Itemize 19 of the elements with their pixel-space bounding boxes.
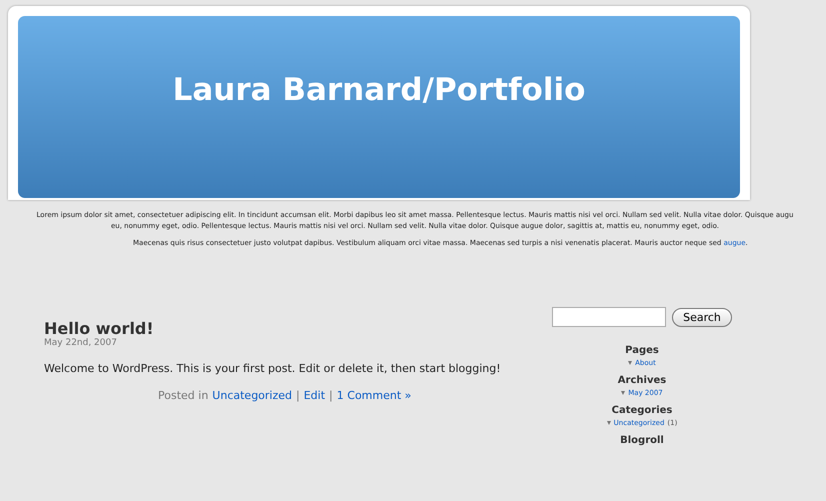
- bullet-icon: [628, 361, 632, 365]
- sidebar-heading: Archives: [618, 375, 666, 386]
- post-date: May 22nd, 2007: [44, 338, 118, 348]
- search-field[interactable]: [552, 307, 666, 327]
- category-link[interactable]: Uncategorized: [212, 389, 292, 402]
- bullet-icon: [621, 391, 626, 395]
- separator: |: [296, 389, 300, 402]
- posted-in-label: Posted in: [158, 389, 208, 402]
- sidebar-heading: Blogroll: [620, 435, 664, 446]
- search-button[interactable]: Search: [672, 308, 732, 326]
- post-title[interactable]: Hello world!: [44, 319, 154, 338]
- site-title[interactable]: Laura Barnard/Portfolio: [172, 72, 586, 108]
- separator: |: [329, 389, 333, 402]
- post-body: Welcome to WordPress. This is your first post. Edit or delete it, then start blogging!: [44, 362, 502, 375]
- comments-link[interactable]: 1 Comment »: [336, 389, 412, 402]
- edit-link[interactable]: Edit: [304, 389, 326, 402]
- sidebar-heading: Pages: [625, 345, 659, 356]
- bullet-icon: [606, 421, 611, 425]
- sidebar-heading: Categories: [612, 405, 672, 416]
